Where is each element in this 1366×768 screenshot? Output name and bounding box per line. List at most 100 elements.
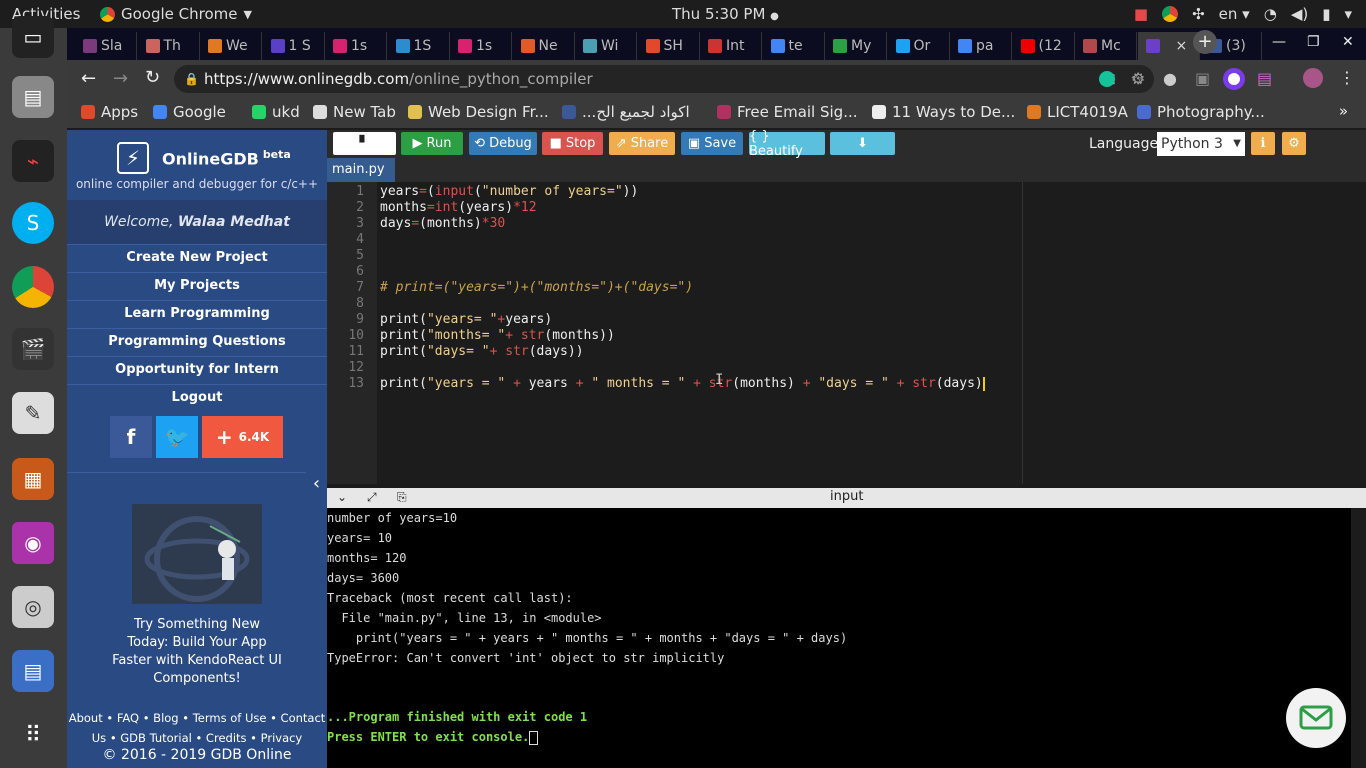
language-indicator[interactable]: en ▾	[1219, 5, 1250, 23]
extension-icon[interactable]: ▤	[1257, 69, 1272, 88]
browser-tab[interactable]: 1S	[388, 32, 450, 60]
bookmark-item[interactable]: ...اكواد لجميع الح	[562, 103, 690, 121]
minimize-icon[interactable]: —	[1272, 34, 1286, 50]
bookmark-item[interactable]: New Tab	[313, 103, 396, 121]
browser-tab[interactable]: My	[825, 32, 887, 60]
share-button[interactable]: ⇗ Share	[609, 132, 675, 155]
bookmark-item[interactable]: Photography...	[1137, 103, 1265, 121]
browser-tab[interactable]: Or	[888, 32, 950, 60]
bookmark-item[interactable]: Free Email Sig...	[717, 103, 858, 121]
stop-button[interactable]: ■ Stop	[542, 132, 603, 155]
beautify-button[interactable]: { } Beautify	[749, 129, 825, 159]
browser-tab[interactable]: pa	[950, 32, 1012, 60]
chrome-dock-icon[interactable]	[12, 266, 54, 308]
forward-icon[interactable]: →	[113, 68, 128, 89]
new-file-button[interactable]: ▘	[333, 132, 396, 155]
browser-tab[interactable]: Int	[700, 32, 762, 60]
show-apps-icon[interactable]: ⠿	[12, 714, 54, 756]
browser-tab[interactable]: 1s	[325, 32, 387, 60]
save-button[interactable]: ▣ Save	[681, 132, 743, 155]
browser-tab[interactable]: Th	[138, 32, 200, 60]
chrome-tray-icon[interactable]	[1162, 6, 1179, 22]
browser-tab[interactable]: Mc	[1075, 32, 1137, 60]
bookmarks-overflow-icon[interactable]: »	[1339, 102, 1348, 120]
bookmark-item[interactable]: LICT4019A	[1027, 103, 1128, 121]
maximize-icon[interactable]: ❐	[1307, 34, 1320, 50]
nav-my-projects[interactable]: My Projects	[67, 272, 327, 299]
footer-links[interactable]: About • FAQ • Blog • Terms of Use • Cont…	[67, 708, 327, 748]
profile-avatar[interactable]	[1303, 68, 1323, 88]
reload-icon[interactable]: ↻	[145, 67, 160, 88]
bookmark-item[interactable]: ukd	[252, 103, 300, 121]
language-select[interactable]: Python 3 ▼	[1157, 132, 1245, 156]
browser-tab[interactable]: (12	[1013, 32, 1075, 60]
browser-tab[interactable]: Sla	[75, 32, 137, 60]
battery-icon[interactable]: ▮	[1322, 5, 1330, 23]
debug-button[interactable]: ⟲ Debug	[469, 132, 537, 155]
addthis-share-button[interactable]: +6.4K	[202, 416, 283, 458]
menu-icon[interactable]: ⋮	[1339, 68, 1355, 87]
new-tab-button[interactable]: +	[1193, 30, 1217, 54]
camera-icon[interactable]: ■	[1134, 5, 1148, 23]
bookmark-item[interactable]: 11 Ways to De...	[872, 103, 1015, 121]
grammarly-icon[interactable]	[1099, 71, 1115, 87]
download-button[interactable]: ⬇	[830, 132, 895, 155]
browser-tab[interactable]: ×	[1137, 32, 1200, 60]
presentation-icon[interactable]: ▦	[12, 458, 54, 500]
browser-tab[interactable]: 1s	[450, 32, 512, 60]
brand-title[interactable]: OnlineGDB beta	[162, 148, 291, 168]
nav-opportunity-for-intern[interactable]: Opportunity for Intern	[67, 356, 327, 383]
browser-tab[interactable]: We	[200, 32, 262, 60]
console-scrollbar[interactable]	[1351, 508, 1366, 768]
browser-tab[interactable]: Ne	[513, 32, 575, 60]
clock[interactable]: Thu 5:30 PM ●	[672, 5, 779, 23]
file-tab-main-py[interactable]: main.py	[327, 158, 395, 182]
expand-icon[interactable]: ⤢	[367, 490, 377, 505]
extension-icon[interactable]: ▣	[1195, 69, 1210, 88]
back-icon[interactable]: ←	[81, 68, 96, 89]
browser-tab[interactable]: SH	[638, 32, 700, 60]
code-editor[interactable]: years=(input("number of years=")) months…	[327, 182, 1366, 484]
nav-logout[interactable]: Logout	[67, 384, 327, 411]
volume-icon[interactable]: ◀)	[1291, 5, 1308, 23]
settings-button[interactable]: ⚙	[1282, 132, 1306, 155]
collapse-sidebar-button[interactable]: ‹	[306, 458, 327, 510]
extension-icon[interactable]: ⚙	[1131, 69, 1145, 88]
browser-tab[interactable]: Wi	[575, 32, 637, 60]
writer-icon[interactable]: ▤	[12, 650, 54, 692]
info-button[interactable]: ℹ	[1251, 132, 1275, 155]
nav-programming-questions[interactable]: Programming Questions	[67, 328, 327, 355]
copy-icon[interactable]: ⎘	[397, 490, 407, 505]
extension-icon[interactable]: ●	[1163, 69, 1177, 88]
chat-button[interactable]	[1286, 688, 1346, 748]
skype-icon[interactable]: S	[12, 202, 54, 244]
footer-line[interactable]: About • FAQ • Blog • Terms of Use • Cont…	[67, 708, 327, 728]
camera-app-icon[interactable]: ◎	[12, 586, 54, 628]
nav-create-new-project[interactable]: Create New Project	[67, 244, 327, 271]
video-editor-icon[interactable]: 🎬	[12, 328, 54, 370]
console-output[interactable]: number of years=10 years= 10 months= 120…	[327, 508, 1351, 768]
twitter-share-button[interactable]: 🐦	[156, 416, 198, 458]
app-menu[interactable]: Google Chrome ▼	[100, 5, 252, 23]
close-window-icon[interactable]: ✕	[1342, 34, 1354, 50]
bookmark-item[interactable]: Apps	[81, 103, 138, 121]
address-bar[interactable]: 🔒 https://www.onlinegdb.com/online_pytho…	[174, 65, 1154, 93]
system-monitor-icon[interactable]: ⌁	[12, 140, 54, 182]
footer-line[interactable]: Us • GDB Tutorial • Credits • Privacy	[67, 728, 327, 748]
ad-text[interactable]: Try Something New Today: Build Your App …	[67, 616, 327, 688]
chevron-down-icon[interactable]: ⌄	[337, 490, 347, 504]
files-icon[interactable]: ▤	[12, 76, 54, 118]
browser-tab[interactable]: 1 S	[263, 32, 325, 60]
run-button[interactable]: ▶ Run	[401, 132, 463, 155]
bookmark-item[interactable]: Web Design Fr...	[408, 103, 549, 121]
close-tab-icon[interactable]: ×	[1176, 38, 1188, 54]
cheese-webcam-icon[interactable]: ◉	[12, 522, 54, 564]
browser-tab[interactable]: te	[763, 32, 825, 60]
wifi-icon[interactable]: ◔	[1264, 5, 1277, 23]
messenger-icon[interactable]	[1223, 68, 1245, 90]
kendoreact-ad-image[interactable]	[132, 504, 262, 604]
power-menu-icon[interactable]: ▾	[1344, 5, 1352, 23]
slack-icon[interactable]: ✣	[1192, 5, 1205, 23]
text-editor-icon[interactable]: ✎	[12, 392, 54, 434]
terminal-icon[interactable]: ▭	[12, 16, 54, 58]
